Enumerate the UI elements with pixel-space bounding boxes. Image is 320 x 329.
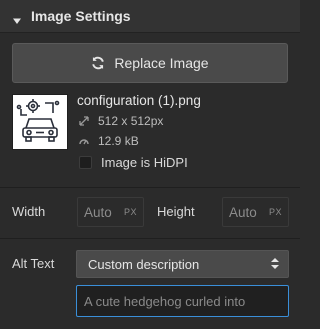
file-name: configuration (1).png: [77, 93, 201, 108]
replace-image-label: Replace Image: [114, 55, 209, 71]
hidpi-checkbox[interactable]: [79, 156, 92, 169]
image-dimensions: 512 x 512px: [98, 114, 164, 128]
height-value: Auto: [229, 204, 257, 220]
divider: [0, 238, 300, 239]
hidpi-label: Image is HiDPI: [101, 155, 188, 170]
gauge-icon: [79, 136, 89, 146]
image-settings-panel: Image Settings Replace Image configurati…: [0, 0, 300, 329]
replace-image-button[interactable]: Replace Image: [12, 43, 288, 83]
resize-icon: [79, 116, 89, 126]
section-header[interactable]: Image Settings: [0, 0, 300, 33]
width-label: Width: [12, 204, 46, 219]
alt-text-input[interactable]: A cute hedgehog curled into: [76, 285, 289, 317]
caret-down-icon[interactable]: [13, 12, 21, 24]
alt-text-select-value: Custom description: [88, 256, 200, 272]
dimensions-row: 512 x 512px: [79, 114, 163, 128]
height-label: Height: [157, 204, 195, 219]
image-thumbnail[interactable]: [12, 94, 68, 150]
section-title: Image Settings: [31, 8, 131, 24]
width-unit: PX: [123, 207, 137, 217]
height-input[interactable]: Auto PX: [222, 197, 289, 227]
alt-text-label: Alt Text: [12, 256, 55, 271]
hidpi-toggle[interactable]: Image is HiDPI: [79, 155, 188, 170]
select-arrows-icon: [271, 257, 279, 272]
width-input[interactable]: Auto PX: [77, 197, 144, 227]
refresh-icon: [91, 56, 105, 70]
filesize-row: 12.9 kB: [79, 134, 139, 148]
width-value: Auto: [84, 204, 112, 220]
height-unit: PX: [268, 207, 282, 217]
file-size: 12.9 kB: [98, 134, 139, 148]
divider: [0, 187, 300, 188]
alt-text-select[interactable]: Custom description: [76, 250, 289, 278]
